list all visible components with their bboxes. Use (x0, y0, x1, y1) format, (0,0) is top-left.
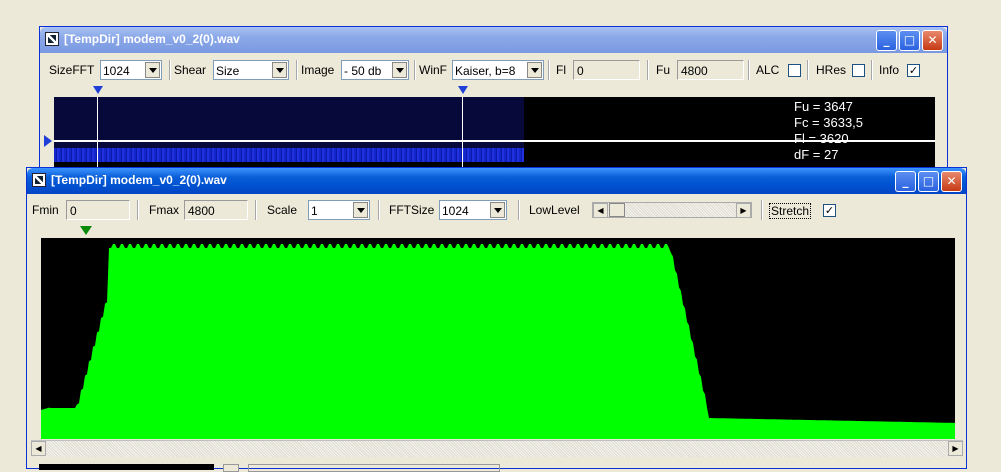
spectrogram-toolbar: SizeFFT 1024 Shear Size Image - 50 db Wi… (44, 58, 943, 82)
info-fl: Fl = 3620 (794, 131, 849, 146)
fmin-label: Fmin (32, 203, 59, 217)
minimize-button[interactable]: _ (895, 171, 916, 192)
chevron-down-icon[interactable] (527, 62, 542, 78)
window-title: [TempDir] modem_v0_2(0).wav (51, 173, 227, 187)
alc-label: ALC (756, 63, 780, 77)
scroll-left-button[interactable]: ◀ (31, 441, 46, 456)
chevron-down-icon[interactable] (353, 202, 368, 218)
info-checkbox[interactable]: ✓ (907, 64, 920, 77)
horizontal-scrollbar[interactable]: ◀ ▶ (31, 440, 963, 457)
fftsize-label: FFTSize (389, 203, 435, 217)
fftsize-value: 1024 (442, 204, 469, 218)
separator (871, 60, 873, 80)
scale-label: Scale (267, 203, 298, 217)
fl-field[interactable]: 0 (573, 60, 640, 80)
fmax-field[interactable]: 4800 (184, 200, 248, 220)
fmin-value: 0 (70, 204, 77, 218)
separator (518, 200, 520, 220)
hres-checkbox[interactable] (852, 64, 865, 77)
maximize-button[interactable]: □ (899, 30, 920, 51)
sizefft-label: SizeFFT (49, 63, 95, 77)
scale-value: 1 (311, 204, 318, 218)
app-icon[interactable] (32, 173, 46, 187)
maximize-button[interactable]: □ (918, 171, 939, 192)
separator (169, 60, 171, 80)
fmax-value: 4800 (188, 204, 215, 218)
spectrum-fill (41, 244, 955, 439)
sizefft-select[interactable]: 1024 (100, 60, 162, 80)
spectrum-graph (41, 244, 955, 439)
fu-value: 4800 (681, 64, 708, 78)
titlebar[interactable]: [TempDir] modem_v0_2(0).wav _ □ ✕ (40, 27, 947, 53)
lowlevel-label: LowLevel (529, 203, 580, 217)
hres-label: HRes (816, 63, 847, 77)
scale-select[interactable]: 1 (308, 200, 370, 220)
winf-value: Kaiser, b=8 (455, 64, 516, 78)
fu-label: Fu (656, 63, 671, 77)
close-button[interactable]: ✕ (941, 171, 962, 192)
sizefft-value: 1024 (103, 64, 130, 78)
spectrum-plot[interactable] (41, 238, 955, 439)
fl-label: Fl (556, 63, 566, 77)
info-df: dF = 27 (794, 147, 839, 162)
chevron-down-icon[interactable] (145, 62, 160, 78)
separator (255, 200, 257, 220)
status-box (223, 464, 239, 472)
fftsize-select[interactable]: 1024 (439, 200, 507, 220)
slider-thumb[interactable] (609, 203, 625, 217)
shear-select[interactable]: Size (213, 60, 289, 80)
separator (647, 60, 649, 80)
info-fu: Fu = 3647 (794, 99, 853, 114)
chevron-down-icon[interactable] (392, 62, 407, 78)
chevron-down-icon[interactable] (490, 202, 505, 218)
separator (137, 200, 139, 220)
info-panel: Fu = 3647 Fc = 3633,5 Fl = 3620 dF = 27 (794, 99, 863, 163)
marker-arrow-icon[interactable] (44, 135, 52, 147)
winf-select[interactable]: Kaiser, b=8 (452, 60, 544, 80)
status-field (248, 464, 500, 472)
fu-field[interactable]: 4800 (677, 60, 744, 80)
shear-label: Shear (174, 63, 207, 77)
separator (748, 60, 750, 80)
separator (807, 60, 809, 80)
separator (548, 60, 550, 80)
slider-right-button[interactable]: ▶ (736, 203, 751, 218)
window-title: [TempDir] modem_v0_2(0).wav (64, 32, 240, 46)
shear-value: Size (216, 64, 240, 78)
separator (414, 60, 416, 80)
spectrum-toolbar: Fmin 0 Fmax 4800 Scale 1 FFTSize 1024 Lo… (31, 198, 962, 222)
spectrogram-signal (54, 148, 524, 162)
app-icon[interactable] (45, 32, 59, 46)
image-value: - 50 db (344, 64, 382, 78)
slider-left-button[interactable]: ◀ (593, 203, 608, 218)
winf-label: WinF (419, 63, 447, 77)
scroll-right-button[interactable]: ▶ (948, 441, 963, 456)
info-fc: Fc = 3633,5 (794, 115, 864, 130)
minimize-button[interactable]: _ (876, 30, 897, 51)
separator (761, 200, 763, 220)
separator (296, 60, 298, 80)
marker-left-icon[interactable] (93, 86, 103, 94)
close-button[interactable]: ✕ (922, 30, 943, 51)
info-label: Info (879, 63, 900, 77)
green-marker-icon[interactable] (80, 226, 92, 235)
stretch-checkbox[interactable]: ✓ (823, 204, 836, 217)
marker-right-icon[interactable] (458, 86, 468, 94)
chevron-down-icon[interactable] (272, 62, 287, 78)
status-panel (39, 464, 214, 470)
spectrum-window[interactable]: [TempDir] modem_v0_2(0).wav _ □ ✕ Fmin 0… (26, 167, 967, 472)
titlebar[interactable]: [TempDir] modem_v0_2(0).wav _ □ ✕ (27, 168, 966, 194)
lowlevel-slider[interactable]: ◀ ▶ (592, 202, 752, 218)
alc-checkbox[interactable] (788, 64, 801, 77)
separator (378, 200, 380, 220)
fmin-field[interactable]: 0 (66, 200, 130, 220)
stretch-label[interactable]: Stretch (769, 203, 812, 219)
image-label: Image (301, 63, 335, 77)
fl-value: 0 (577, 64, 584, 78)
image-select[interactable]: - 50 db (341, 60, 409, 80)
fmax-label: Fmax (149, 203, 179, 217)
